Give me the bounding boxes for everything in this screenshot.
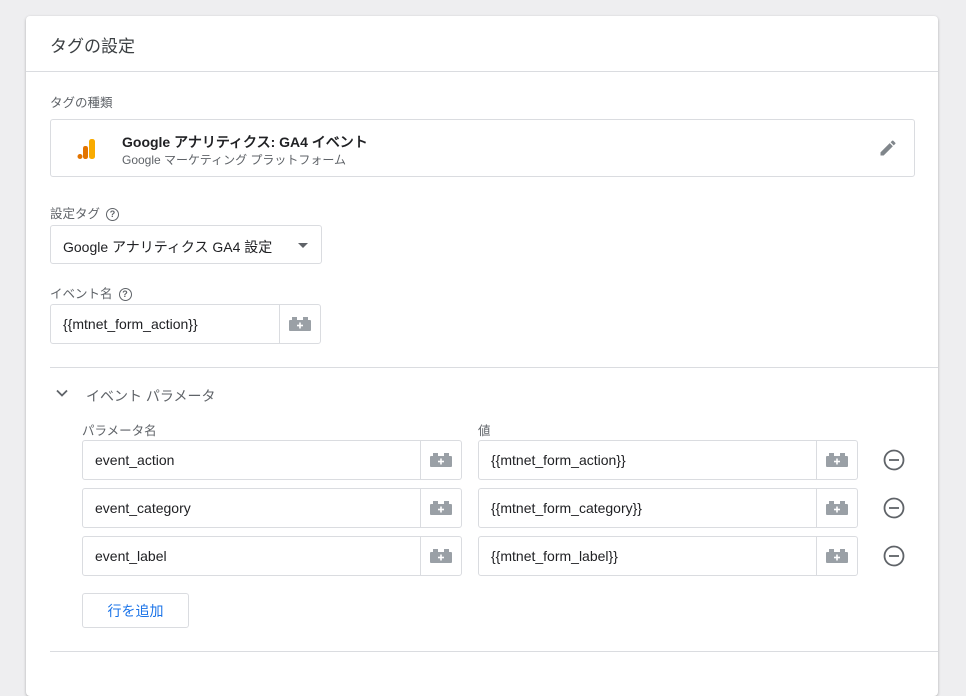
variable-block-icon (289, 317, 311, 331)
tag-type-platform: Google マーケティング プラットフォーム (122, 153, 347, 167)
variable-picker-button[interactable] (816, 489, 857, 527)
event-name-value: {{mtnet_form_action}} (63, 316, 198, 332)
tag-type-box[interactable]: Google アナリティクス: GA4 イベント Google マーケティング … (50, 119, 915, 177)
section-divider (50, 367, 938, 368)
variable-block-icon (826, 549, 848, 563)
param-name-field[interactable]: event_action (82, 440, 462, 480)
analytics-icon (77, 139, 95, 159)
card-title: タグの設定 (50, 37, 135, 56)
help-icon[interactable]: ? (106, 208, 120, 222)
param-name-field[interactable]: event_label (82, 536, 462, 576)
param-value-header: 値 (478, 424, 491, 438)
variable-picker-button[interactable] (279, 305, 320, 343)
add-row-button[interactable]: 行を追加 (82, 593, 189, 628)
param-name-value: event_label (95, 548, 167, 564)
config-tag-label-text: 設定タグ (50, 207, 101, 221)
variable-picker-button[interactable] (420, 489, 461, 527)
pencil-edit-icon[interactable] (878, 138, 898, 158)
param-value-value: {{mtnet_form_category}} (491, 500, 642, 516)
param-value-value: {{mtnet_form_action}} (491, 452, 626, 468)
help-icon[interactable]: ? (118, 288, 132, 302)
param-value-value: {{mtnet_form_label}} (491, 548, 618, 564)
config-tag-label: 設定タグ? (50, 203, 120, 222)
config-tag-select[interactable]: Google アナリティクス GA4 設定 (50, 225, 322, 264)
title-divider (26, 71, 938, 72)
event-name-field[interactable]: {{mtnet_form_action}} (50, 304, 321, 344)
param-value-field[interactable]: {{mtnet_form_action}} (478, 440, 858, 480)
param-name-field[interactable]: event_category (82, 488, 462, 528)
tag-type-name: Google アナリティクス: GA4 イベント (122, 134, 368, 150)
variable-picker-button[interactable] (420, 537, 461, 575)
event-name-label: イベント名? (50, 283, 132, 302)
bottom-divider (50, 651, 938, 652)
remove-row-icon[interactable] (883, 449, 905, 471)
param-name-value: event_category (95, 500, 191, 516)
variable-picker-button[interactable] (816, 441, 857, 479)
param-value-field[interactable]: {{mtnet_form_label}} (478, 536, 858, 576)
param-value-field[interactable]: {{mtnet_form_category}} (478, 488, 858, 528)
remove-row-icon[interactable] (883, 497, 905, 519)
event-name-label-text: イベント名 (50, 287, 113, 301)
dropdown-arrow-icon (298, 243, 308, 248)
tag-type-label: タグの種類 (50, 96, 113, 110)
variable-picker-button[interactable] (816, 537, 857, 575)
remove-row-icon[interactable] (883, 545, 905, 567)
variable-block-icon (430, 549, 452, 563)
variable-block-icon (826, 453, 848, 467)
tag-config-card: タグの設定 タグの種類 Google アナリティクス: GA4 イベント Goo… (26, 16, 938, 696)
variable-block-icon (430, 501, 452, 515)
event-params-title: イベント パラメータ (86, 388, 216, 404)
variable-block-icon (826, 501, 848, 515)
variable-picker-button[interactable] (420, 441, 461, 479)
param-name-header: パラメータ名 (82, 424, 157, 438)
variable-block-icon (430, 453, 452, 467)
chevron-down-icon[interactable] (56, 389, 68, 397)
param-name-value: event_action (95, 452, 175, 468)
config-tag-selected-value: Google アナリティクス GA4 設定 (63, 239, 273, 255)
